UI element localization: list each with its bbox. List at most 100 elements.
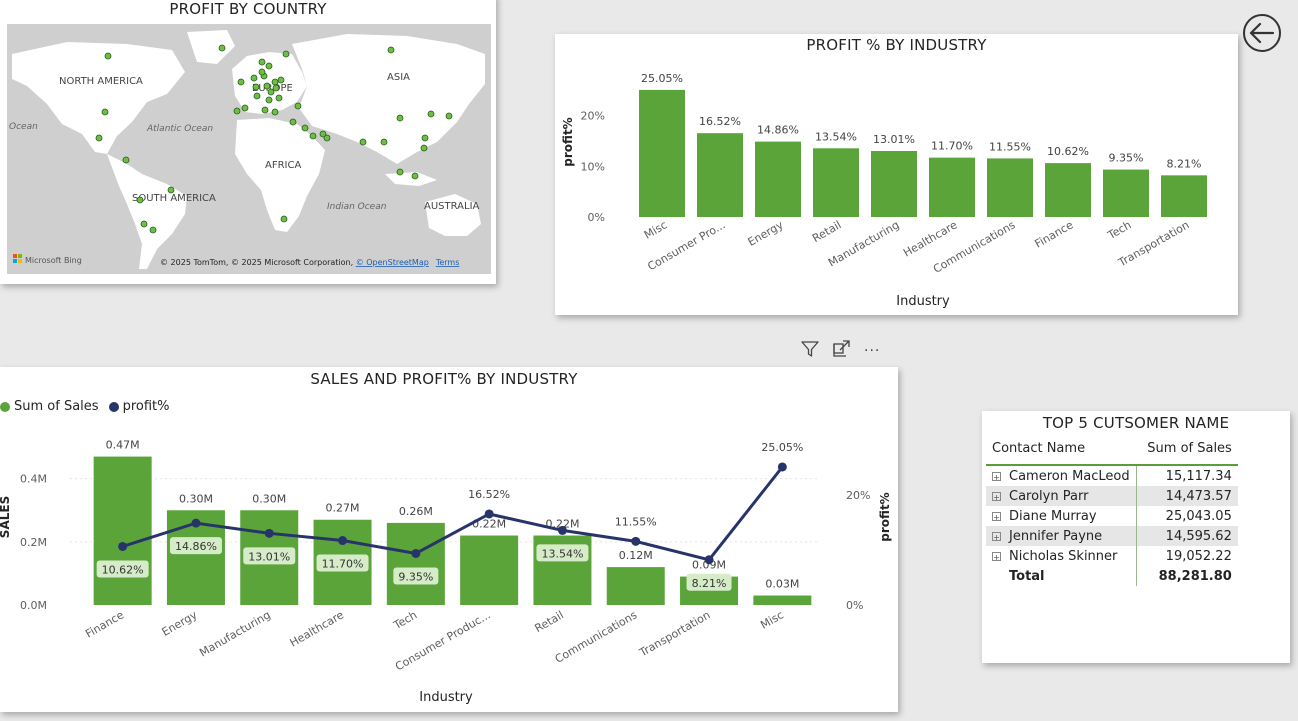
sales-bar[interactable] <box>386 522 445 605</box>
country-marker[interactable] <box>396 114 404 122</box>
expand-icon[interactable]: + <box>992 551 1001 562</box>
filter-icon[interactable] <box>800 340 820 362</box>
country-marker[interactable] <box>420 144 428 152</box>
profit-marker[interactable] <box>777 462 787 472</box>
profit-marker[interactable] <box>338 536 348 546</box>
country-marker[interactable] <box>294 102 302 110</box>
country-marker[interactable] <box>265 96 273 104</box>
country-marker[interactable] <box>272 84 280 92</box>
profit-by-country-map-visual[interactable]: PROFIT BY COUNTRY NORTH AMERICA EUROPE A… <box>0 0 496 284</box>
country-marker[interactable] <box>95 134 103 142</box>
country-marker[interactable] <box>323 134 331 142</box>
country-marker[interactable] <box>252 83 260 91</box>
country-marker[interactable] <box>277 76 285 84</box>
country-marker[interactable] <box>167 186 175 194</box>
country-marker[interactable] <box>104 52 112 60</box>
table-row[interactable]: + Jennifer Payne 14,595.62 <box>986 526 1238 546</box>
profit-by-industry-chart[interactable]: PROFIT % BY INDUSTRY 0% 10% 20% profit% Indu… <box>555 34 1238 315</box>
country-marker[interactable] <box>275 94 283 102</box>
country-marker[interactable] <box>282 50 290 58</box>
country-marker[interactable] <box>289 118 297 126</box>
country-marker[interactable] <box>122 156 130 164</box>
bar-manufacturing[interactable] <box>871 150 917 217</box>
sales-bar[interactable] <box>460 535 519 605</box>
sales-bar[interactable] <box>753 595 812 605</box>
bar-misc[interactable] <box>639 89 685 217</box>
legend-sales-label[interactable]: Sum of Sales <box>14 399 99 414</box>
sales-bar[interactable] <box>606 567 665 605</box>
sales-bar[interactable] <box>93 456 152 605</box>
more-options-icon[interactable]: ··· <box>864 343 880 359</box>
bar-energy[interactable] <box>755 141 801 217</box>
profit-marker[interactable] <box>118 541 128 551</box>
table-row[interactable]: + Nicholas Skinner 19,052.22 <box>986 546 1238 566</box>
table-row[interactable]: + Carolyn Parr 14,473.57 <box>986 486 1238 506</box>
world-map[interactable]: NORTH AMERICA EUROPE ASIA AFRICA SOUTH A… <box>7 24 491 274</box>
expand-icon[interactable]: + <box>992 531 1001 542</box>
country-marker[interactable] <box>271 78 279 86</box>
profit-marker[interactable] <box>631 536 641 546</box>
sales-and-profit-chart[interactable]: SALES AND PROFIT% BY INDUSTRY Sum of Sal… <box>0 367 898 712</box>
col-contact-name[interactable]: Contact Name <box>986 437 1136 465</box>
sales-data-label: 0.27M <box>326 502 360 515</box>
bar-finance[interactable] <box>1045 163 1091 217</box>
bar-healthcare[interactable] <box>929 157 975 217</box>
country-marker[interactable] <box>265 62 273 70</box>
terms-link[interactable]: Terms <box>435 258 460 267</box>
profit-marker[interactable] <box>484 509 494 519</box>
expand-icon[interactable]: + <box>992 491 1001 502</box>
country-marker[interactable] <box>271 108 279 116</box>
openstreetmap-link[interactable]: © OpenStreetMap <box>356 258 429 267</box>
bar-retail[interactable] <box>813 148 859 217</box>
profit-marker[interactable] <box>191 518 201 528</box>
country-marker[interactable] <box>140 220 148 228</box>
country-marker[interactable] <box>258 58 266 66</box>
profit-marker[interactable] <box>411 548 421 558</box>
back-button[interactable] <box>1242 13 1282 53</box>
visual-header-toolbar: ··· <box>800 340 880 362</box>
expand-icon[interactable]: + <box>992 511 1001 522</box>
country-marker[interactable] <box>241 104 249 112</box>
country-marker[interactable] <box>380 138 388 146</box>
country-marker[interactable] <box>149 226 157 234</box>
country-marker[interactable] <box>237 78 245 86</box>
bar-transportation[interactable] <box>1161 175 1207 217</box>
legend-profit-label[interactable]: profit% <box>123 399 170 414</box>
country-marker[interactable] <box>253 92 261 100</box>
legend-sales-swatch <box>0 401 10 412</box>
top-5-customer-table[interactable]: TOP 5 CUTSOMER NAME Contact Name Sum of … <box>982 411 1290 663</box>
country-marker[interactable] <box>387 46 395 54</box>
profit-marker[interactable] <box>557 525 567 535</box>
expand-icon[interactable]: + <box>992 471 1001 482</box>
country-marker[interactable] <box>359 138 367 146</box>
country-marker[interactable] <box>233 107 241 115</box>
contact-name-cell: + Jennifer Payne <box>986 526 1137 546</box>
country-marker[interactable] <box>280 215 288 223</box>
x-category-label: Tech <box>391 608 420 632</box>
bar-communications[interactable] <box>987 158 1033 217</box>
country-marker[interactable] <box>261 106 269 114</box>
country-marker[interactable] <box>427 110 435 118</box>
combo-chart-title: SALES AND PROFIT% BY INDUSTRY <box>310 370 578 388</box>
country-marker[interactable] <box>258 68 266 76</box>
country-marker[interactable] <box>445 112 453 120</box>
table-row[interactable]: + Cameron MacLeod 15,117.34 <box>986 465 1238 486</box>
country-marker[interactable] <box>309 132 317 140</box>
profit-marker[interactable] <box>264 528 274 538</box>
profit-marker[interactable] <box>704 555 714 565</box>
country-marker[interactable] <box>411 172 419 180</box>
focus-mode-icon[interactable] <box>832 340 852 362</box>
country-marker[interactable] <box>218 44 226 52</box>
country-marker[interactable] <box>301 124 309 132</box>
country-marker[interactable] <box>263 82 271 90</box>
country-marker[interactable] <box>101 108 109 116</box>
country-marker[interactable] <box>250 74 258 82</box>
table-row[interactable]: + Diane Murray 25,043.05 <box>986 506 1238 526</box>
bar-consumer-pro-[interactable] <box>697 133 743 217</box>
col-sum-of-sales[interactable]: Sum of Sales <box>1136 437 1238 465</box>
bar-tech[interactable] <box>1103 169 1149 217</box>
country-marker[interactable] <box>421 134 429 142</box>
country-marker[interactable] <box>136 196 144 204</box>
country-marker[interactable] <box>267 88 275 96</box>
country-marker[interactable] <box>396 168 404 176</box>
